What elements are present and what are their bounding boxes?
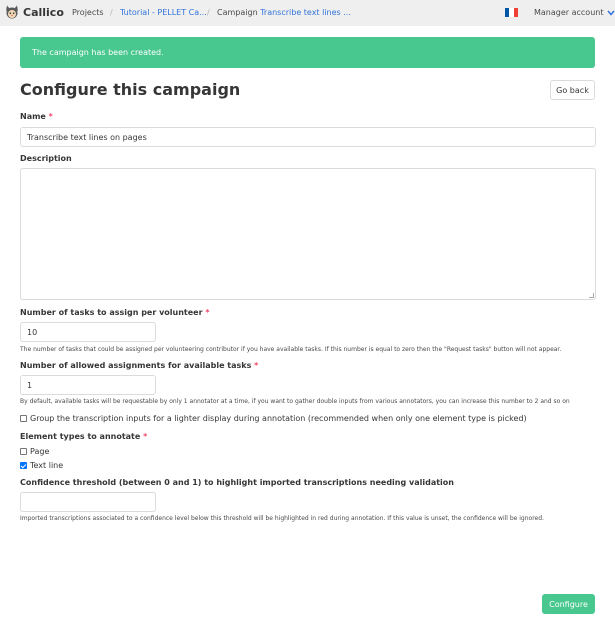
tasks-label: Number of tasks to assign per volunteer …: [20, 308, 210, 317]
breadcrumb-campaign-link[interactable]: Transcribe text lines ...: [260, 8, 351, 17]
description-textarea[interactable]: [20, 168, 596, 300]
page-type-label: Page: [30, 447, 50, 456]
tasks-help-text: The number of tasks that could be assign…: [20, 346, 562, 353]
breadcrumb-campaign-prefix: Campaign: [217, 8, 258, 17]
home-link[interactable]: Callico: [5, 5, 64, 19]
breadcrumb-separator: /: [207, 8, 210, 17]
breadcrumb-campaign: Campaign Transcribe text lines ...: [217, 8, 351, 17]
name-label-text: Name: [20, 112, 46, 121]
flag-stripe-red: [513, 8, 518, 17]
element-types-label-text: Element types to annotate: [20, 432, 141, 441]
threshold-label: Confidence threshold (between 0 and 1) t…: [20, 478, 454, 487]
group-inputs-label: Group the transcription inputs for a lig…: [30, 414, 527, 423]
required-marker: *: [205, 308, 210, 317]
go-back-button[interactable]: Go back: [550, 80, 595, 100]
assignments-help-text: By default, available tasks will be requ…: [20, 398, 570, 405]
page-checkbox[interactable]: [20, 448, 27, 455]
page-title: Configure this campaign: [20, 80, 241, 99]
assignments-label-text: Number of allowed assignments for availa…: [20, 361, 252, 370]
assignments-label: Number of allowed assignments for availa…: [20, 361, 258, 370]
name-label: Name *: [20, 112, 53, 121]
nav-projects-link[interactable]: Projects: [72, 8, 104, 17]
element-types-label: Element types to annotate *: [20, 432, 147, 441]
account-menu[interactable]: Manager account: [534, 8, 615, 17]
group-inputs-checkbox[interactable]: [20, 415, 27, 422]
chevron-down-icon: [607, 10, 615, 16]
confidence-threshold-input[interactable]: [20, 492, 156, 512]
allowed-assignments-input[interactable]: 1: [20, 375, 156, 395]
name-input[interactable]: Transcribe text lines on pages: [20, 127, 596, 147]
text-line-type-label: Text line: [30, 461, 64, 470]
top-navbar: Callico Projects / Tutorial - PELLET Ca.…: [0, 0, 615, 26]
language-flag-icon[interactable]: [505, 8, 518, 17]
breadcrumb-project-link[interactable]: Tutorial - PELLET Ca...: [120, 8, 207, 17]
required-marker: *: [48, 112, 53, 121]
success-notification: The campaign has been created.: [20, 37, 595, 68]
required-marker: *: [143, 432, 148, 441]
account-label: Manager account: [534, 8, 604, 17]
tasks-label-text: Number of tasks to assign per volunteer: [20, 308, 203, 317]
group-inputs-option[interactable]: Group the transcription inputs for a lig…: [20, 414, 527, 423]
element-type-option-text-line[interactable]: Text line: [20, 461, 63, 470]
element-type-option-page[interactable]: Page: [20, 447, 49, 456]
configure-button[interactable]: Configure: [542, 594, 595, 614]
resize-grip-icon[interactable]: [589, 293, 594, 298]
tasks-per-volunteer-input[interactable]: 10: [20, 322, 156, 342]
text-line-checkbox[interactable]: [20, 462, 27, 469]
threshold-label-text: Confidence threshold (between 0 and 1) t…: [20, 478, 454, 487]
threshold-help-text: Imported transcriptions associated to a …: [20, 515, 544, 522]
required-marker: *: [254, 361, 259, 370]
cat-logo-icon: [6, 5, 18, 19]
breadcrumb-separator: /: [110, 8, 113, 17]
description-label-text: Description: [20, 154, 72, 163]
notification-text: The campaign has been created.: [32, 48, 164, 57]
brand-name: Callico: [23, 5, 64, 19]
description-label: Description: [20, 154, 72, 163]
